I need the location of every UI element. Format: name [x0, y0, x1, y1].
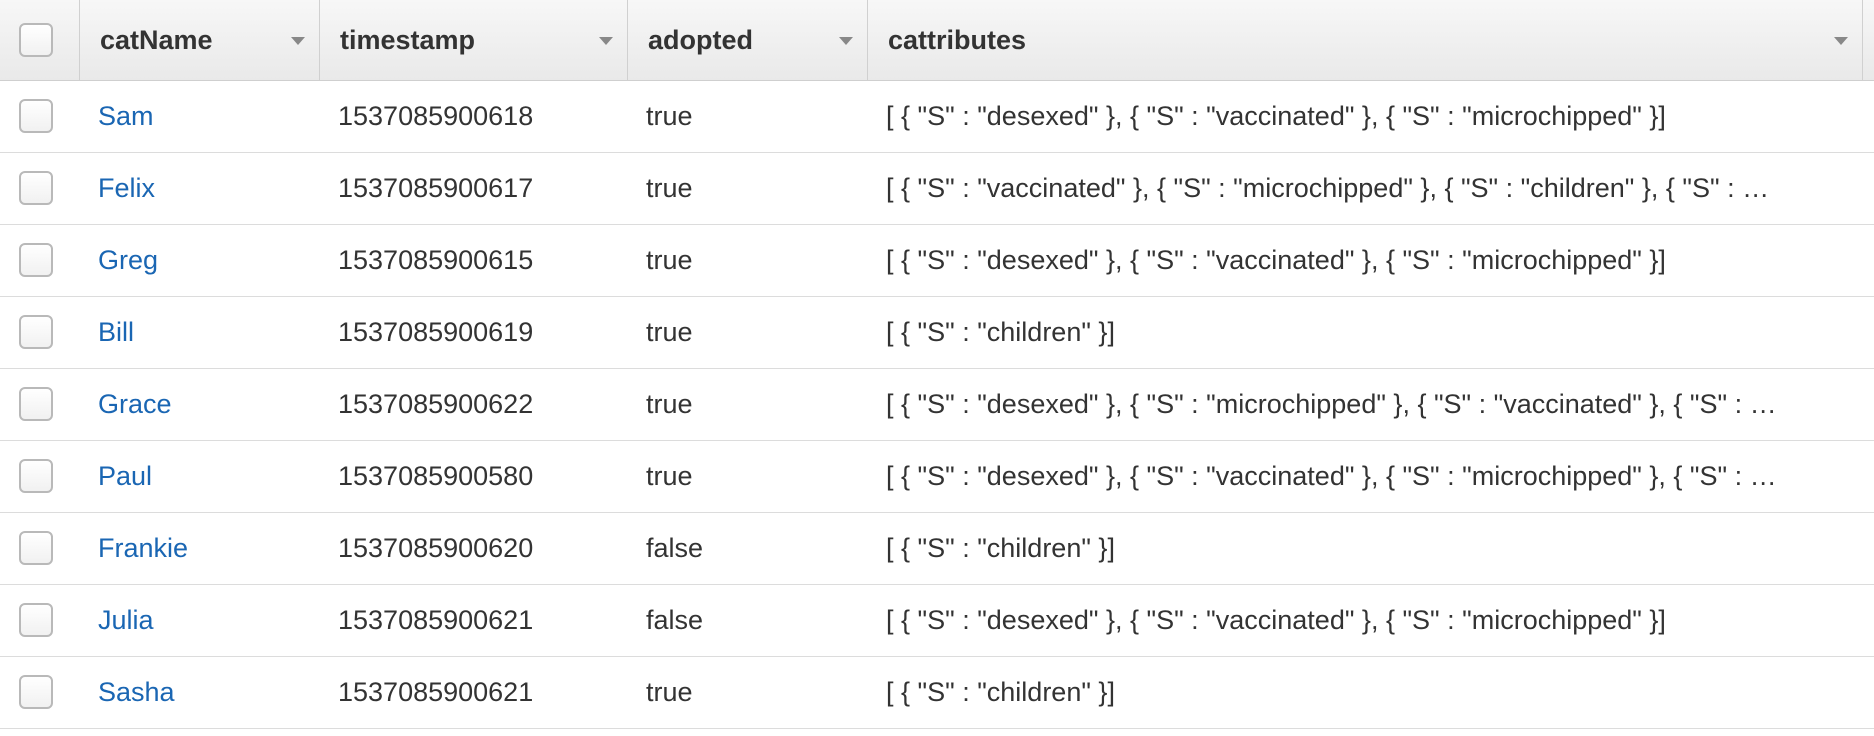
adopted-cell: true	[646, 101, 693, 131]
timestamp-cell: 1537085900617	[338, 173, 534, 203]
column-header-label: timestamp	[340, 24, 476, 55]
adopted-cell: true	[646, 461, 693, 491]
chevron-down-icon[interactable]	[599, 37, 613, 45]
row-select-cell	[0, 153, 80, 224]
cat-name-cell: Sasha	[80, 657, 338, 728]
timestamp-cell: 1537085900622	[338, 389, 534, 419]
column-header-label: cattributes	[888, 24, 1027, 55]
cattributes-cell: [ { "S" : "desexed" }, { "S" : "vaccinat…	[886, 461, 1777, 491]
chevron-down-icon[interactable]	[839, 37, 853, 45]
adopted-cell: true	[646, 389, 693, 419]
row-select-cell	[0, 441, 80, 512]
adopted-cell: true	[646, 677, 693, 707]
row-checkbox[interactable]	[19, 459, 53, 493]
table-row[interactable]: Grace 1537085900622 true [ { "S" : "dese…	[0, 369, 1874, 441]
row-checkbox[interactable]	[19, 315, 53, 349]
cattributes-cell: [ { "S" : "vaccinated" }, { "S" : "micro…	[886, 173, 1770, 203]
column-header-timestamp[interactable]: timestamp	[320, 0, 628, 80]
cat-name-link[interactable]: Julia	[98, 605, 154, 636]
adopted-cell: false	[646, 605, 704, 635]
cat-name-link[interactable]: Sam	[98, 101, 154, 132]
cat-name-link[interactable]: Sasha	[98, 677, 175, 708]
table-row[interactable]: Felix 1537085900617 true [ { "S" : "vacc…	[0, 153, 1874, 225]
cattributes-cell: [ { "S" : "children" }]	[886, 317, 1115, 347]
column-header-adopted[interactable]: adopted	[628, 0, 868, 80]
row-checkbox[interactable]	[19, 603, 53, 637]
row-select-cell	[0, 585, 80, 656]
timestamp-cell: 1537085900619	[338, 317, 534, 347]
cattributes-cell: [ { "S" : "desexed" }, { "S" : "vaccinat…	[886, 605, 1666, 635]
table-row[interactable]: Bill 1537085900619 true [ { "S" : "child…	[0, 297, 1874, 369]
row-checkbox[interactable]	[19, 675, 53, 709]
cat-name-cell: Frankie	[80, 513, 338, 584]
cattributes-cell: [ { "S" : "desexed" }, { "S" : "vaccinat…	[886, 245, 1666, 275]
timestamp-cell: 1537085900621	[338, 677, 534, 707]
column-header-label: adopted	[648, 24, 753, 55]
table-row[interactable]: Sasha 1537085900621 true [ { "S" : "chil…	[0, 657, 1874, 729]
cat-name-cell: Greg	[80, 225, 338, 296]
cattributes-cell: [ { "S" : "children" }]	[886, 533, 1115, 563]
table-header: catName timestamp adopted cattributes	[0, 0, 1874, 81]
table-row[interactable]: Frankie 1537085900620 false [ { "S" : "c…	[0, 513, 1874, 585]
row-checkbox[interactable]	[19, 99, 53, 133]
row-select-cell	[0, 81, 80, 152]
cat-name-link[interactable]: Paul	[98, 461, 152, 492]
cat-name-link[interactable]: Greg	[98, 245, 158, 276]
cattributes-cell: [ { "S" : "children" }]	[886, 677, 1115, 707]
cat-name-link[interactable]: Felix	[98, 173, 155, 204]
cattributes-cell: [ { "S" : "desexed" }, { "S" : "vaccinat…	[886, 101, 1666, 131]
items-table: catName timestamp adopted cattributes Sa…	[0, 0, 1874, 736]
chevron-down-icon[interactable]	[291, 37, 305, 45]
cat-name-cell: Bill	[80, 297, 338, 368]
cat-name-link[interactable]: Grace	[98, 389, 172, 420]
cattributes-cell: [ { "S" : "desexed" }, { "S" : "microchi…	[886, 389, 1777, 419]
column-header-label: catName	[100, 24, 213, 55]
adopted-cell: true	[646, 173, 693, 203]
cat-name-cell: Julia	[80, 585, 338, 656]
row-select-cell	[0, 225, 80, 296]
timestamp-cell: 1537085900615	[338, 245, 534, 275]
row-checkbox[interactable]	[19, 243, 53, 277]
timestamp-cell: 1537085900621	[338, 605, 534, 635]
table-row[interactable]: Greg 1537085900615 true [ { "S" : "desex…	[0, 225, 1874, 297]
chevron-down-icon[interactable]	[1834, 37, 1848, 45]
cat-name-cell: Grace	[80, 369, 338, 440]
adopted-cell: true	[646, 317, 693, 347]
cat-name-cell: Sam	[80, 81, 338, 152]
table-row[interactable]: Sam 1537085900618 true [ { "S" : "desexe…	[0, 81, 1874, 153]
table-row[interactable]: Julia 1537085900621 false [ { "S" : "des…	[0, 585, 1874, 657]
cat-name-cell: Paul	[80, 441, 338, 512]
timestamp-cell: 1537085900580	[338, 461, 534, 491]
column-header-cattributes[interactable]: cattributes	[868, 0, 1863, 80]
cat-name-link[interactable]: Bill	[98, 317, 134, 348]
select-all-checkbox[interactable]	[19, 23, 53, 57]
row-checkbox[interactable]	[19, 387, 53, 421]
adopted-cell: true	[646, 245, 693, 275]
row-select-cell	[0, 657, 80, 728]
row-select-cell	[0, 369, 80, 440]
row-select-cell	[0, 513, 80, 584]
adopted-cell: false	[646, 533, 704, 563]
cat-name-cell: Felix	[80, 153, 338, 224]
table-row[interactable]: Paul 1537085900580 true [ { "S" : "desex…	[0, 441, 1874, 513]
timestamp-cell: 1537085900618	[338, 101, 534, 131]
column-header-catname[interactable]: catName	[80, 0, 320, 80]
row-checkbox[interactable]	[19, 531, 53, 565]
row-select-cell	[0, 297, 80, 368]
cat-name-link[interactable]: Frankie	[98, 533, 188, 564]
row-checkbox[interactable]	[19, 171, 53, 205]
timestamp-cell: 1537085900620	[338, 533, 534, 563]
select-all-header	[0, 0, 80, 80]
